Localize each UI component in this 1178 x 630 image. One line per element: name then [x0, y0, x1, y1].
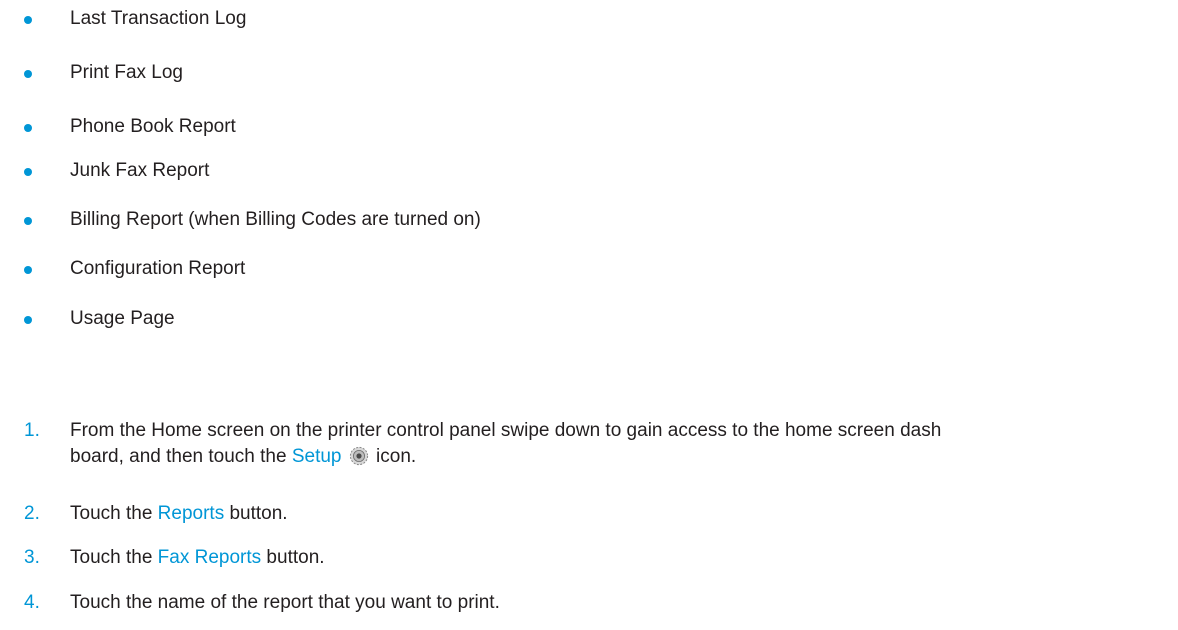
bullet-icon: [24, 16, 32, 24]
step-text-prefix: Touch the: [70, 547, 158, 568]
list-item-text: Configuration Report: [70, 258, 246, 279]
step-number: 4.: [24, 592, 40, 613]
list-item-text: Billing Report (when Billing Codes are t…: [70, 209, 481, 230]
step-text-line2-suffix: icon.: [370, 446, 417, 467]
step-3: 3. Touch the Fax Reports button.: [0, 545, 1178, 571]
list-item-text: Junk Fax Report: [70, 160, 210, 181]
step-number: 2.: [24, 503, 40, 524]
setup-link[interactable]: Setup: [292, 446, 342, 467]
list-item-text: Print Fax Log: [70, 62, 183, 83]
step-text-line2-prefix: board, and then touch the: [70, 446, 292, 467]
bullet-icon: [24, 70, 32, 78]
bullet-icon: [24, 316, 32, 324]
bullet-icon: [24, 266, 32, 274]
fax-reports-link[interactable]: Fax Reports: [158, 547, 261, 568]
step-2: 2. Touch the Reports button.: [0, 501, 1178, 527]
step-1: 1. From the Home screen on the printer c…: [0, 418, 1178, 472]
reports-link[interactable]: Reports: [158, 503, 225, 524]
step-text: From the Home screen on the printer cont…: [70, 418, 1150, 470]
bullet-icon: [24, 124, 32, 132]
step-number: 3.: [24, 547, 40, 568]
step-text-suffix: button.: [224, 503, 288, 524]
step-text: Touch the Reports button.: [70, 501, 1150, 527]
step-text-suffix: button.: [261, 547, 325, 568]
step-text-line1: From the Home screen on the printer cont…: [70, 420, 942, 441]
list-item-text: Usage Page: [70, 308, 175, 329]
step-text: Touch the name of the report that you wa…: [70, 592, 500, 613]
bullet-icon: [24, 168, 32, 176]
list-item-text: Last Transaction Log: [70, 8, 247, 29]
step-number: 1.: [24, 420, 40, 441]
list-item-text: Phone Book Report: [70, 116, 236, 137]
step-text-prefix: Touch the: [70, 503, 158, 524]
gear-icon: [349, 446, 368, 466]
step-4: 4. Touch the name of the report that you…: [0, 590, 1178, 616]
step-text: Touch the Fax Reports button.: [70, 545, 1150, 571]
bullet-icon: [24, 217, 32, 225]
